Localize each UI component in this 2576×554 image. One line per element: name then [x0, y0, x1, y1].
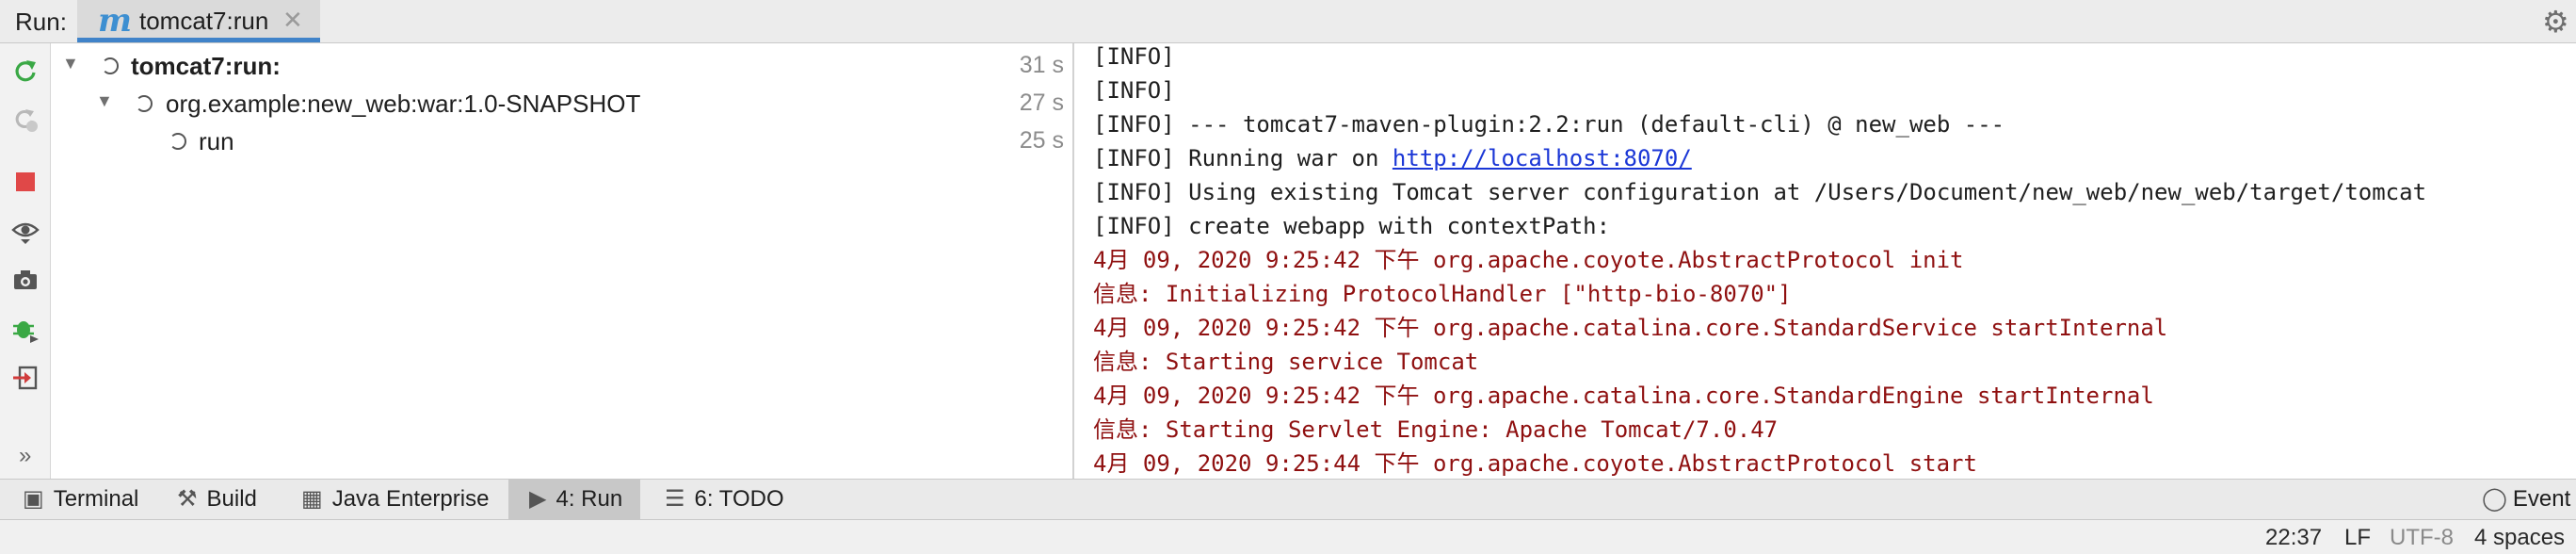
java-enterprise-label: Java Enterprise: [331, 486, 490, 512]
event-log-button[interactable]: ◯ Event: [2482, 480, 2570, 519]
expand-arrow-icon[interactable]: ▼: [62, 54, 79, 73]
stop-icon[interactable]: [11, 168, 40, 196]
tree-node-tomcat7-run[interactable]: tomcat7:run:: [131, 52, 281, 81]
terminal-button[interactable]: ▣ Terminal: [23, 480, 138, 519]
terminal-label: Terminal: [53, 486, 139, 512]
console-line: 4月 09, 2020 9:25:42 下午 org.apache.coyote…: [1093, 247, 1964, 273]
localhost-link[interactable]: http://localhost:8070/: [1393, 145, 1692, 171]
console-line: [INFO] Running war on http://localhost:8…: [1093, 141, 1692, 175]
running-spinner-icon: [136, 95, 153, 112]
console-line: [INFO]: [1093, 77, 1175, 104]
caret-position[interactable]: 22:37: [2265, 525, 2322, 551]
console-line: 信息: Starting service Tomcat: [1093, 349, 1479, 375]
rerun-failed-icon[interactable]: [11, 106, 40, 134]
tree-node-duration: 27 s: [1019, 90, 1064, 116]
bug-icon[interactable]: [11, 315, 40, 343]
tree-node-run[interactable]: run: [199, 127, 234, 156]
console-line-text: [INFO] Running war on: [1093, 145, 1393, 171]
play-icon: ▶: [529, 486, 547, 512]
status-bar: [0, 520, 2576, 554]
java-enterprise-icon: ▦: [301, 486, 323, 512]
running-spinner-icon: [102, 57, 119, 74]
console-line: 4月 09, 2020 9:25:42 下午 org.apache.catali…: [1093, 315, 2168, 341]
todo-label: 6: TODO: [694, 486, 784, 512]
exit-icon[interactable]: [11, 364, 40, 392]
camera-icon[interactable]: [11, 266, 40, 294]
console-line: [INFO] --- tomcat7-maven-plugin:2.2:run …: [1093, 111, 2005, 138]
file-encoding[interactable]: UTF-8: [2390, 525, 2454, 551]
close-icon[interactable]: ✕: [282, 6, 303, 35]
more-icon[interactable]: »: [19, 443, 31, 469]
event-log-label: Event: [2512, 486, 2571, 512]
console-line: [INFO] Using existing Tomcat server conf…: [1093, 179, 2427, 205]
rerun-icon[interactable]: [11, 57, 40, 85]
console-line: [INFO]: [1093, 43, 1175, 70]
indent-setting[interactable]: 4 spaces: [2474, 525, 2565, 551]
list-icon: ☰: [665, 486, 685, 512]
terminal-icon: ▣: [23, 486, 44, 512]
tree-node-duration: 31 s: [1019, 52, 1064, 78]
run-tool-button[interactable]: ▶ 4: Run: [529, 480, 622, 519]
run-label: Run:: [15, 8, 67, 36]
gear-icon[interactable]: ⚙: [2542, 4, 2569, 40]
eye-icon[interactable]: [11, 217, 40, 245]
console-line: 信息: Initializing ProtocolHandler ["http-…: [1093, 281, 1792, 307]
tree-node-duration: 25 s: [1019, 127, 1064, 154]
tree-node-project[interactable]: org.example:new_web:war:1.0-SNAPSHOT: [166, 90, 640, 119]
console-line: 4月 09, 2020 9:25:44 下午 org.apache.coyote…: [1093, 450, 1977, 477]
build-label: Build: [206, 486, 257, 512]
run-tool-label: 4: Run: [555, 486, 623, 512]
maven-icon: m: [98, 2, 132, 40]
hammer-icon: ⚒: [177, 486, 198, 512]
line-separator[interactable]: LF: [2344, 525, 2371, 551]
console-line: 4月 09, 2020 9:25:42 下午 org.apache.catali…: [1093, 383, 2154, 409]
tab-label: tomcat7:run: [139, 7, 269, 35]
build-button[interactable]: ⚒ Build: [177, 480, 257, 519]
event-log-icon: ◯: [2482, 486, 2507, 512]
java-enterprise-button[interactable]: ▦ Java Enterprise: [301, 480, 489, 519]
running-spinner-icon: [169, 133, 186, 150]
run-tool-window-header: [0, 0, 2576, 43]
console-line: [INFO] create webapp with contextPath:: [1093, 213, 1611, 239]
todo-button[interactable]: ☰ 6: TODO: [665, 480, 784, 519]
console-line: 信息: Starting Servlet Engine: Apache Tomc…: [1093, 416, 1779, 443]
expand-arrow-icon[interactable]: ▼: [96, 91, 113, 111]
console-output[interactable]: [INFO] [INFO] [INFO] --- tomcat7-maven-p…: [1074, 43, 2576, 479]
